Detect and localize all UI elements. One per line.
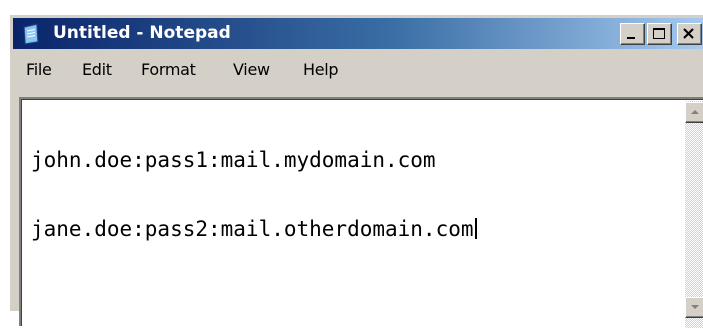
minimize-button[interactable] <box>620 23 645 45</box>
vertical-scrollbar[interactable] <box>685 101 703 328</box>
menu-help[interactable]: Help <box>303 60 339 80</box>
menu-edit[interactable]: Edit <box>82 60 112 80</box>
editor-line-1: john.doe:pass1:mail.mydomain.com <box>31 148 436 172</box>
menu-bar: File Edit Format View Help <box>13 50 703 92</box>
editor-line-2-text: jane.doe:pass2:mail.otherdomain.com <box>31 217 474 241</box>
maximize-button[interactable] <box>647 23 672 45</box>
scroll-down-button[interactable] <box>685 297 703 318</box>
scroll-up-button[interactable] <box>685 102 703 123</box>
menu-format[interactable]: Format <box>141 60 196 80</box>
window-title: Untitled - Notepad <box>53 23 231 43</box>
close-button[interactable] <box>677 23 702 45</box>
notepad-window: Untitled - Notepad File Edit Format View… <box>9 14 703 328</box>
notepad-icon <box>21 23 41 45</box>
editor-text[interactable]: john.doe:pass1:mail.mydomain.com jane.do… <box>31 103 477 287</box>
text-caret <box>474 218 477 239</box>
menu-file[interactable]: File <box>26 60 52 80</box>
text-editor[interactable]: john.doe:pass1:mail.mydomain.com jane.do… <box>19 97 703 328</box>
editor-line-2: jane.doe:pass2:mail.otherdomain.com <box>31 218 477 241</box>
menu-view[interactable]: View <box>233 60 270 80</box>
title-bar[interactable]: Untitled - Notepad <box>13 18 703 49</box>
